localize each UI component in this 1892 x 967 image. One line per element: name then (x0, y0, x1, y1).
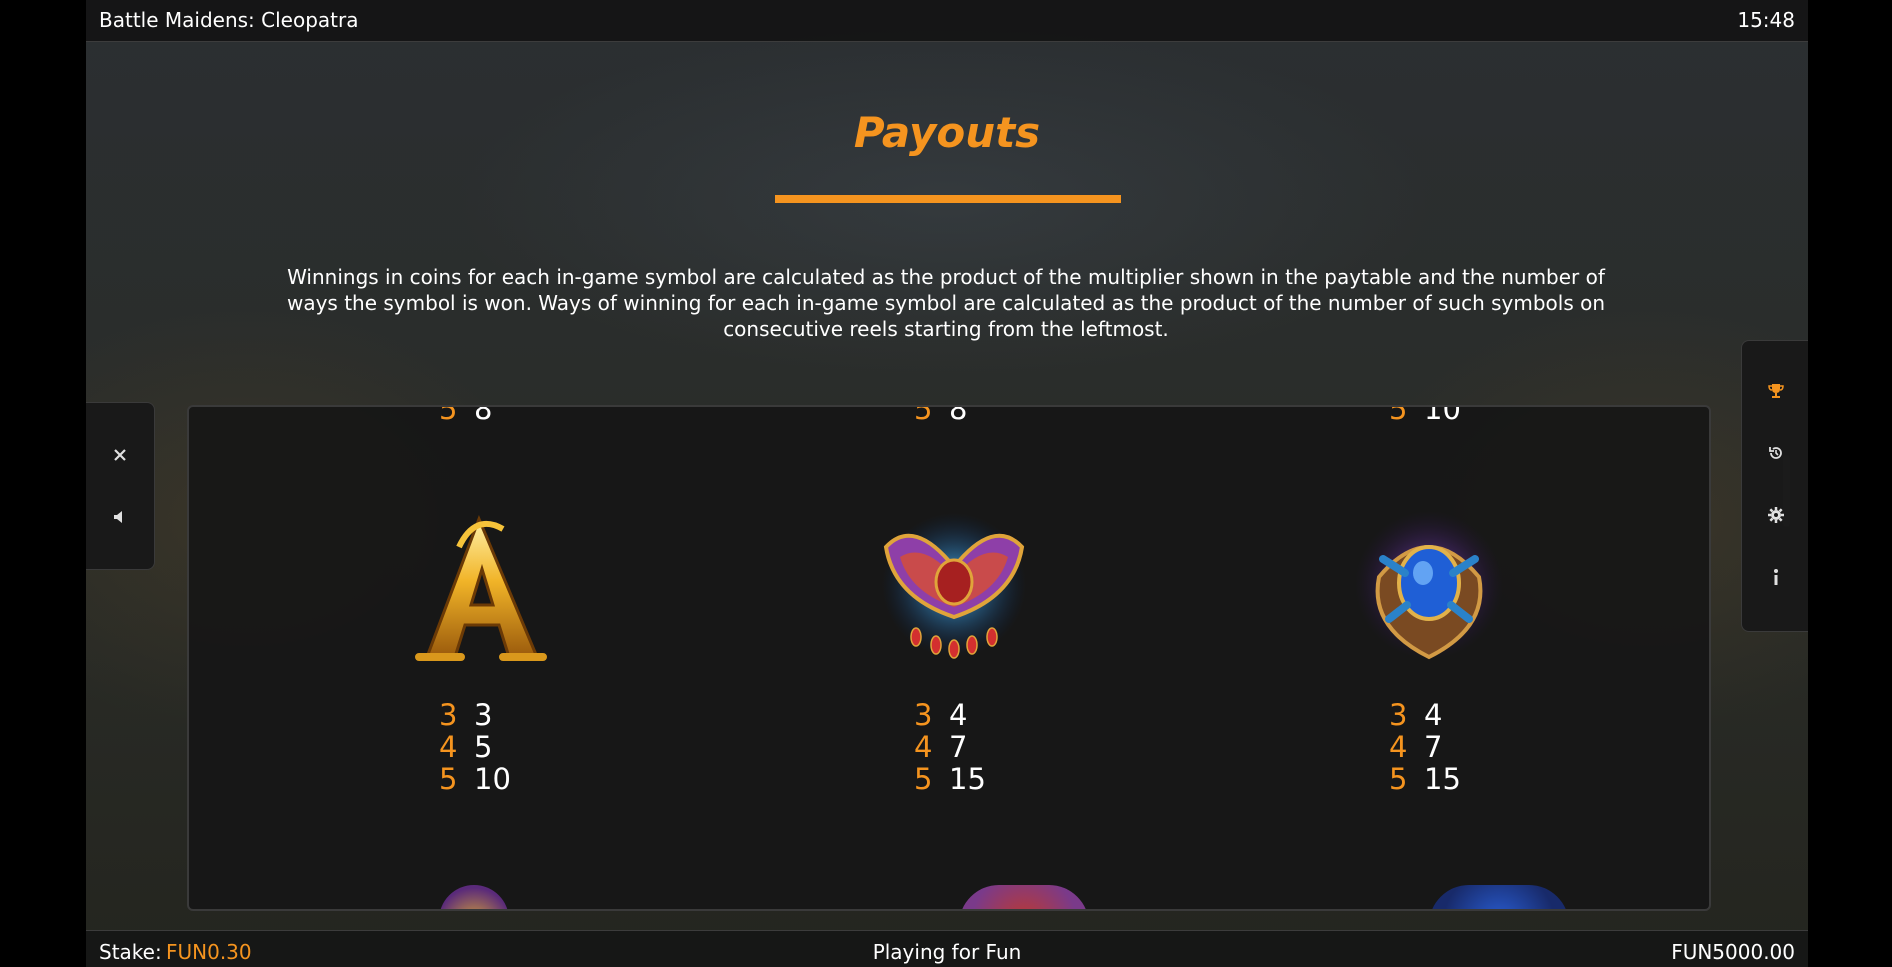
paytable-item: 34 47 5 15 (874, 507, 1034, 817)
page-title: Payouts (853, 108, 1041, 157)
payout-list: 34 47 5 15 (1389, 698, 1461, 796)
partial-payout-row: 58 (914, 405, 968, 426)
left-controls (86, 402, 155, 570)
balance: FUN5000.00 (1671, 940, 1795, 964)
paytable-item: 33 45 5 10 (399, 507, 559, 817)
info-icon[interactable] (1758, 559, 1794, 595)
next-row-symbol (1429, 885, 1569, 909)
bottom-bar: Stake: FUN0.30 Playing for Fun FUN5000.0… (86, 930, 1808, 967)
next-row-symbol (439, 885, 509, 909)
payout-description: Winnings in coins for each in-game symbo… (286, 265, 1606, 341)
paytable-panel[interactable]: 58 58 5 10 33 45 5 10 3 4 4 7 5 15 3 4 4… (187, 405, 1711, 911)
payout-list: 33 45 5 10 (439, 698, 511, 796)
close-icon[interactable] (102, 437, 138, 473)
paytable-item: 34 47 5 15 (1349, 507, 1509, 817)
game-screen: Battle Maidens: Cleopatra 15:48 Payouts … (86, 0, 1808, 967)
trophy-icon[interactable] (1758, 373, 1794, 409)
next-row-symbol (959, 885, 1089, 909)
right-controls (1741, 340, 1808, 632)
partial-payout-row: 5 10 (1389, 405, 1461, 426)
play-mode: Playing for Fun (872, 940, 1022, 964)
clock: 15:48 (1737, 8, 1795, 32)
gear-icon[interactable] (1758, 497, 1794, 533)
letter-a-symbol (415, 514, 547, 661)
top-bar: Battle Maidens: Cleopatra 15:48 (86, 0, 1808, 42)
sound-icon[interactable] (102, 499, 138, 535)
winged-scarab-necklace-symbol (882, 513, 1026, 659)
payout-list: 34 47 5 15 (914, 698, 986, 796)
title-underline (775, 195, 1121, 203)
scarab-ring-symbol (1355, 511, 1503, 660)
history-icon[interactable] (1758, 435, 1794, 471)
game-title: Battle Maidens: Cleopatra (99, 8, 359, 32)
partial-payout-row: 58 (439, 405, 493, 426)
